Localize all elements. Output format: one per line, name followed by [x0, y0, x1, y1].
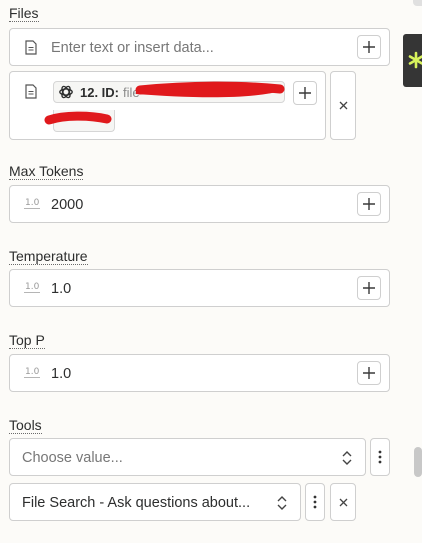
asterisk-icon: [408, 51, 422, 69]
files-placeholder: Enter text or insert data...: [51, 40, 214, 56]
openai-icon: [59, 85, 73, 99]
files-add-button[interactable]: [357, 35, 381, 59]
file-id-pill-value: file-: [123, 84, 144, 100]
temperature-value: 1.0: [51, 281, 72, 297]
number-icon: 1.0: [24, 198, 41, 209]
file-id-pill[interactable]: 12. ID: file-: [53, 81, 285, 103]
kebab-icon: [313, 495, 317, 509]
files-tag-add-button[interactable]: [293, 81, 317, 105]
number-icon: 1.0: [24, 367, 41, 378]
plus-icon: [363, 41, 375, 53]
top-p-add-button[interactable]: [357, 361, 381, 385]
tools-label: Tools: [9, 417, 42, 434]
file-id-pill-label: 12. ID:: [80, 84, 120, 100]
remove-tool-button[interactable]: [330, 483, 356, 521]
plus-icon: [299, 87, 311, 99]
close-icon: [339, 498, 347, 506]
top-p-value: 1.0: [51, 366, 72, 382]
max-tokens-label: Max Tokens: [9, 163, 84, 180]
chevron-updown-icon: [277, 496, 287, 510]
side-panel-tab[interactable]: [403, 34, 422, 87]
plus-icon: [363, 198, 375, 210]
side-panel-top: [413, 0, 422, 6]
max-tokens-input[interactable]: 1.0 2000: [9, 185, 390, 223]
file-id-pill-continuation: [53, 110, 115, 132]
plus-icon: [363, 367, 375, 379]
chevron-updown-icon: [342, 451, 352, 465]
tool-item-select[interactable]: File Search - Ask questions about...: [9, 483, 301, 521]
max-tokens-add-button[interactable]: [357, 192, 381, 216]
tool-item-value: File Search - Ask questions about...: [22, 495, 251, 511]
document-icon: [25, 40, 37, 55]
top-p-label: Top P: [9, 332, 45, 349]
number-icon: 1.0: [24, 282, 41, 293]
temperature-input[interactable]: 1.0 1.0: [9, 269, 390, 307]
files-input[interactable]: Enter text or insert data...: [9, 28, 390, 66]
files-label: Files: [9, 5, 39, 22]
kebab-icon: [378, 450, 382, 464]
tools-select[interactable]: Choose value...: [9, 438, 366, 476]
tools-placeholder: Choose value...: [22, 450, 123, 466]
tools-menu-button[interactable]: [370, 438, 390, 476]
tool-item-menu-button[interactable]: [305, 483, 325, 521]
close-icon: [339, 101, 347, 110]
max-tokens-value: 2000: [51, 197, 84, 213]
document-icon: [25, 84, 37, 99]
temperature-label: Temperature: [9, 248, 88, 265]
remove-file-button[interactable]: [330, 71, 356, 140]
files-tag-input[interactable]: 12. ID: file-: [9, 71, 326, 140]
scrollbar-thumb[interactable]: [414, 447, 422, 477]
plus-icon: [363, 282, 375, 294]
top-p-input[interactable]: 1.0 1.0: [9, 354, 390, 392]
temperature-add-button[interactable]: [357, 276, 381, 300]
